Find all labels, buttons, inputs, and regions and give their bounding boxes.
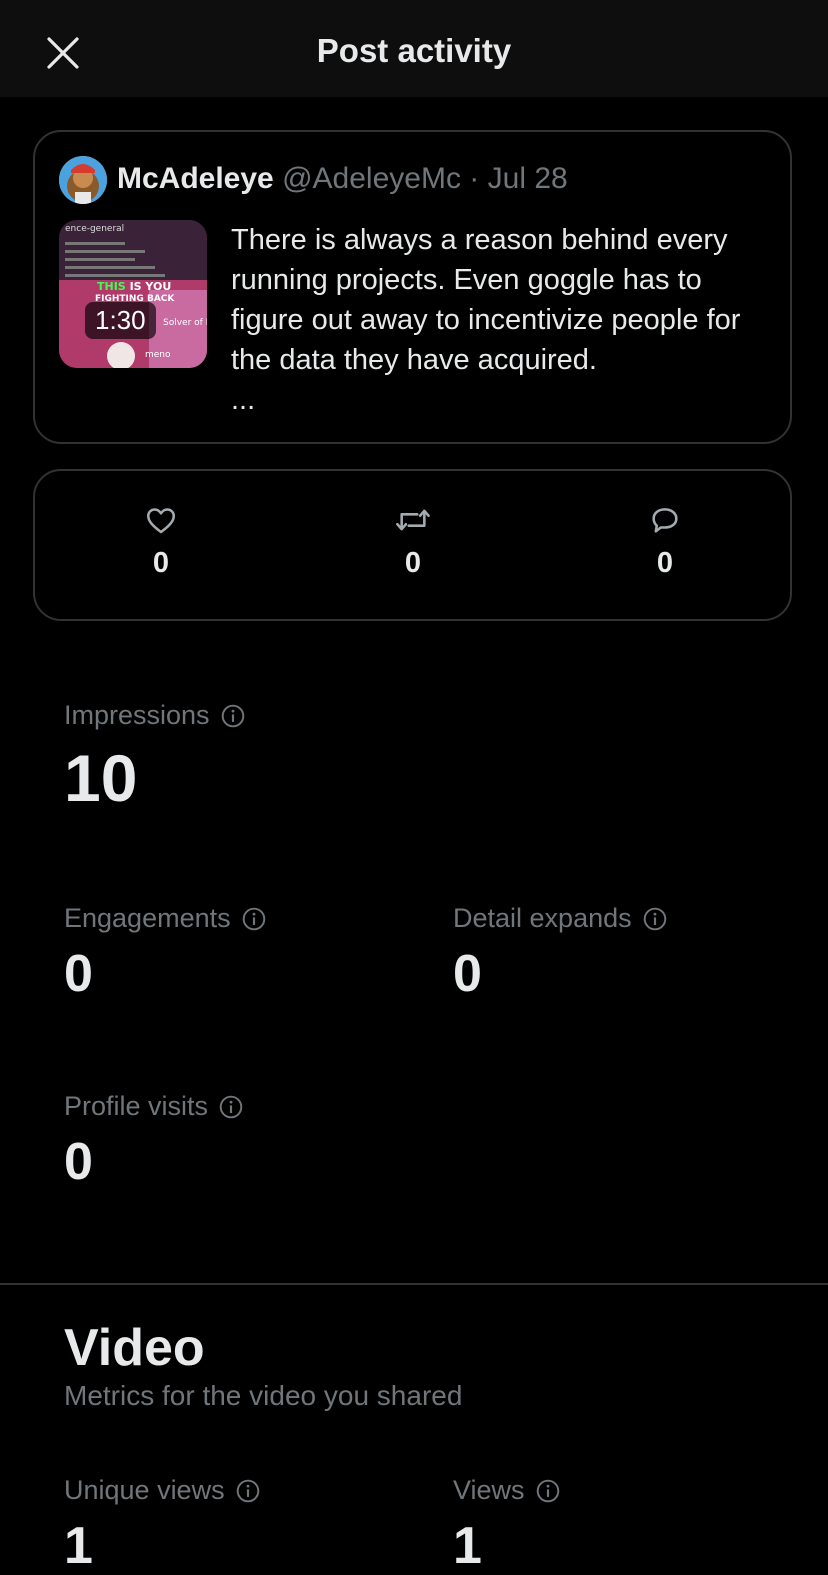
info-icon[interactable] <box>218 1094 244 1120</box>
page-title: Post activity <box>316 32 512 69</box>
profile-visits-metric: Profile visits 0 <box>64 1091 244 1188</box>
info-icon[interactable] <box>642 906 668 932</box>
reply-icon <box>652 508 678 533</box>
thumbnail-headline-green: THIS <box>97 280 126 293</box>
heart-icon <box>146 508 176 534</box>
author-name[interactable]: McAdeleye <box>117 162 274 195</box>
thumbnail-headline: THIS IS YOU <box>97 280 171 293</box>
replies-count: 0 <box>656 547 674 579</box>
thumbnail-user-label: meno <box>145 350 171 360</box>
author-handle[interactable]: @AdeleyeMc <box>282 162 461 195</box>
engagements-metric: Engagements 0 <box>64 903 267 1000</box>
impressions-metric: Impressions 10 <box>64 700 246 811</box>
unique-views-metric: Unique views 1 <box>64 1475 261 1572</box>
avatar[interactable] <box>59 156 107 204</box>
thumbnail-channel: ence-general <box>65 224 125 234</box>
views-metric: Views 1 <box>453 1475 561 1572</box>
info-icon[interactable] <box>241 906 267 932</box>
replies-stat[interactable]: 0 <box>605 503 725 580</box>
profile-visits-label: Profile visits <box>64 1091 209 1121</box>
top-bar: Post activity <box>0 0 828 97</box>
post-text[interactable]: There is always a reason behind every ru… <box>231 220 771 380</box>
video-thumbnail[interactable]: ence-general THIS IS YOU FIGHTING BACK S… <box>59 220 207 368</box>
impressions-value: 10 <box>64 741 138 815</box>
video-duration: 1:30 <box>85 302 156 339</box>
unique-views-value: 1 <box>64 1517 93 1575</box>
separator-dot: · <box>469 162 480 195</box>
engagements-label: Engagements <box>64 903 231 933</box>
section-divider <box>0 1283 828 1285</box>
detail-expands-label: Detail expands <box>453 903 632 933</box>
thumbnail-side-label: Solver of P <box>163 318 207 328</box>
unique-views-label: Unique views <box>64 1475 225 1505</box>
post-date: Jul 28 <box>487 162 568 195</box>
info-icon[interactable] <box>235 1478 261 1504</box>
views-label: Views <box>453 1475 525 1505</box>
info-icon[interactable] <box>535 1478 561 1504</box>
likes-stat[interactable]: 0 <box>101 503 221 580</box>
video-section-subtitle: Metrics for the video you shared <box>64 1380 463 1411</box>
info-icon[interactable] <box>220 703 246 729</box>
detail-expands-value: 0 <box>453 945 482 1003</box>
engagement-card: 0 0 0 <box>33 469 792 621</box>
post-ellipsis: ... <box>231 384 256 416</box>
avatar-image <box>59 156 107 204</box>
author-line: McAdeleye @AdeleyeMc · Jul 28 <box>117 162 568 196</box>
likes-count: 0 <box>152 547 170 579</box>
video-section-title: Video <box>64 1319 205 1377</box>
repost-icon <box>396 509 430 531</box>
views-value: 1 <box>453 1517 482 1575</box>
engagements-value: 0 <box>64 945 93 1003</box>
impressions-label: Impressions <box>64 700 210 730</box>
profile-visits-value: 0 <box>64 1133 93 1191</box>
detail-expands-metric: Detail expands 0 <box>453 903 668 1000</box>
reposts-stat[interactable]: 0 <box>353 503 473 580</box>
thumbnail-headline-white: IS YOU <box>129 280 172 293</box>
reposts-count: 0 <box>404 547 422 579</box>
post-card[interactable]: McAdeleye @AdeleyeMc · Jul 28 ence-gener… <box>33 130 792 444</box>
